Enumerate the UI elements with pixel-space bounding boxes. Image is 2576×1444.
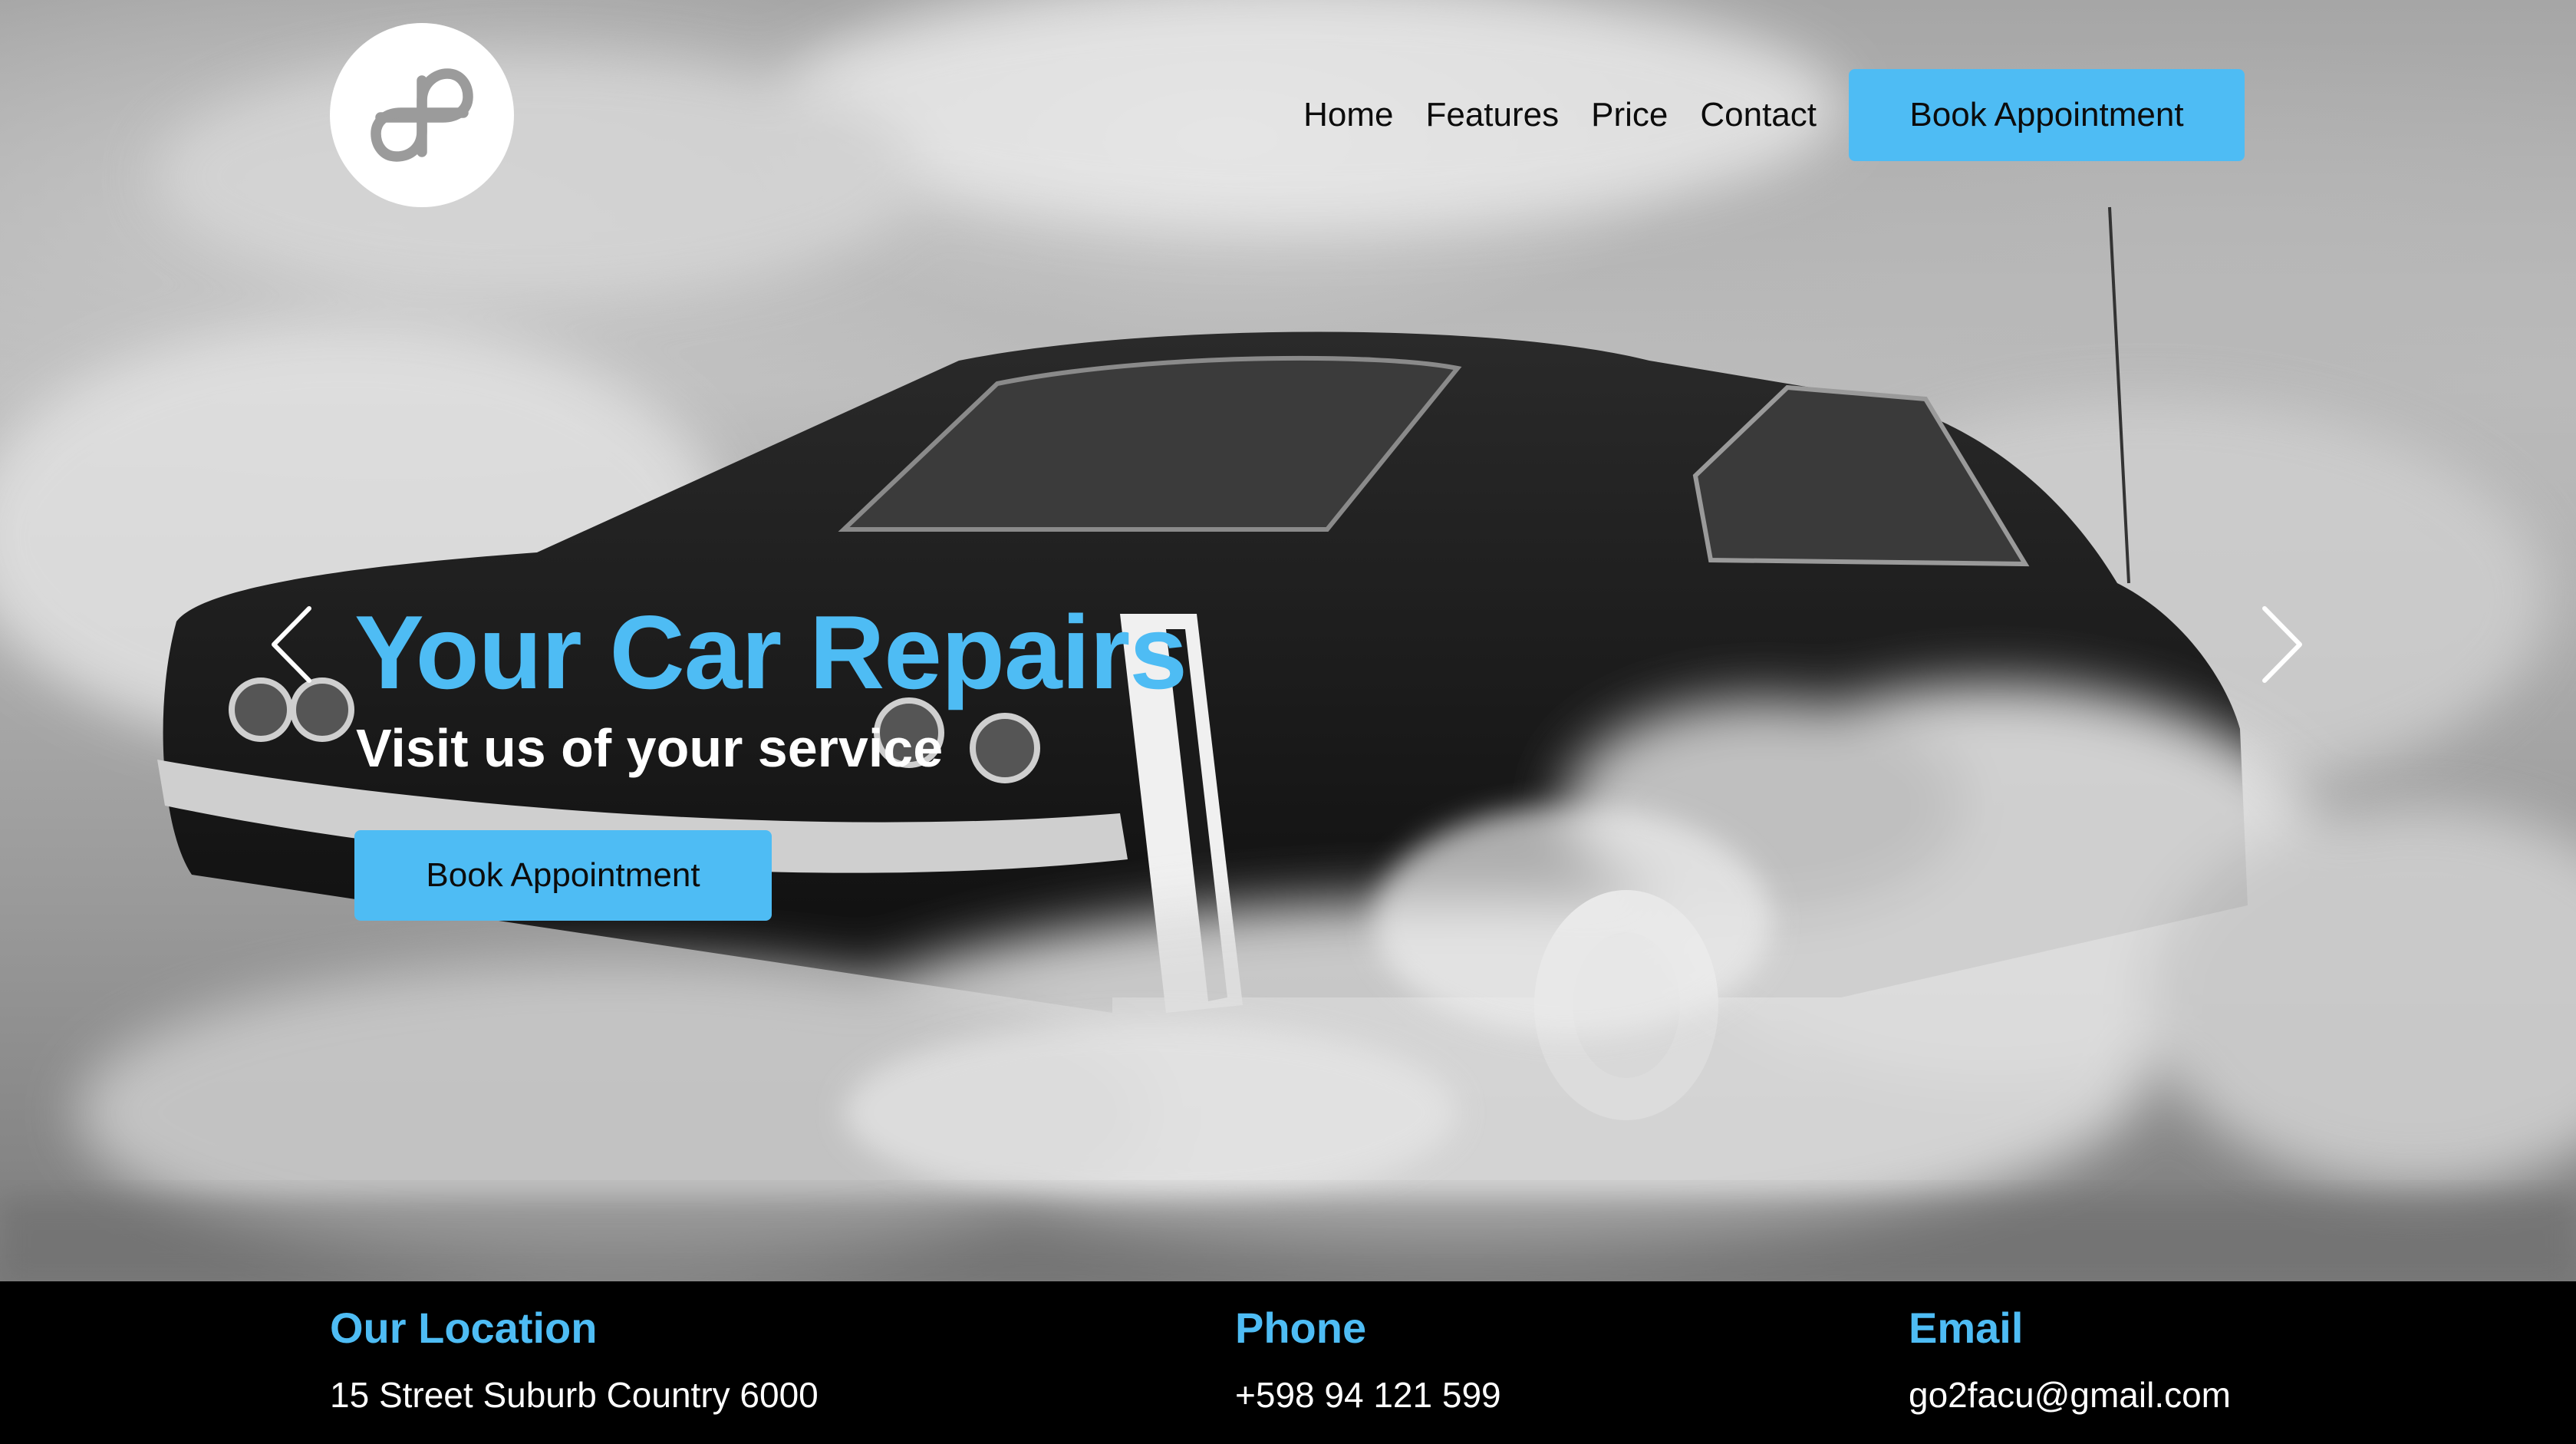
email-block: Email go2facu@gmail.com (1909, 1303, 2231, 1416)
phone-block: Phone +598 94 121 599 (1235, 1303, 1501, 1416)
email-heading: Email (1909, 1304, 2024, 1352)
double-loop-logo-icon (371, 68, 473, 162)
nav-home[interactable]: Home (1303, 96, 1393, 134)
contact-info-bar: Our Location 15 Street Suburb Country 60… (0, 1281, 2576, 1444)
carousel-next-button[interactable] (2255, 602, 2309, 687)
nav-contact[interactable]: Contact (1700, 96, 1817, 134)
hero-book-appointment-button[interactable]: Book Appointment (354, 830, 772, 921)
nav-price[interactable]: Price (1591, 96, 1668, 134)
page: Home Features Price Contact Book Appoint… (0, 0, 2576, 1444)
chevron-left-icon (272, 606, 311, 683)
hero-section: Home Features Price Contact Book Appoint… (0, 0, 2576, 1281)
logo[interactable] (330, 23, 514, 207)
hero-subtitle: Visit us of your service (356, 718, 944, 778)
location-block: Our Location 15 Street Suburb Country 60… (330, 1303, 819, 1416)
nav-book-appointment-button[interactable]: Book Appointment (1849, 69, 2245, 161)
location-address: 15 Street Suburb Country 6000 (330, 1375, 819, 1415)
carousel-prev-button[interactable] (265, 602, 318, 687)
hero-title: Your Car Repairs (354, 594, 1188, 710)
location-heading: Our Location (330, 1304, 598, 1352)
main-nav: Home Features Price Contact Book Appoint… (1303, 69, 2245, 161)
nav-features[interactable]: Features (1425, 96, 1559, 134)
phone-number[interactable]: +598 94 121 599 (1235, 1374, 1501, 1416)
phone-heading: Phone (1235, 1304, 1367, 1352)
email-address[interactable]: go2facu@gmail.com (1909, 1374, 2231, 1416)
chevron-right-icon (2262, 606, 2302, 683)
